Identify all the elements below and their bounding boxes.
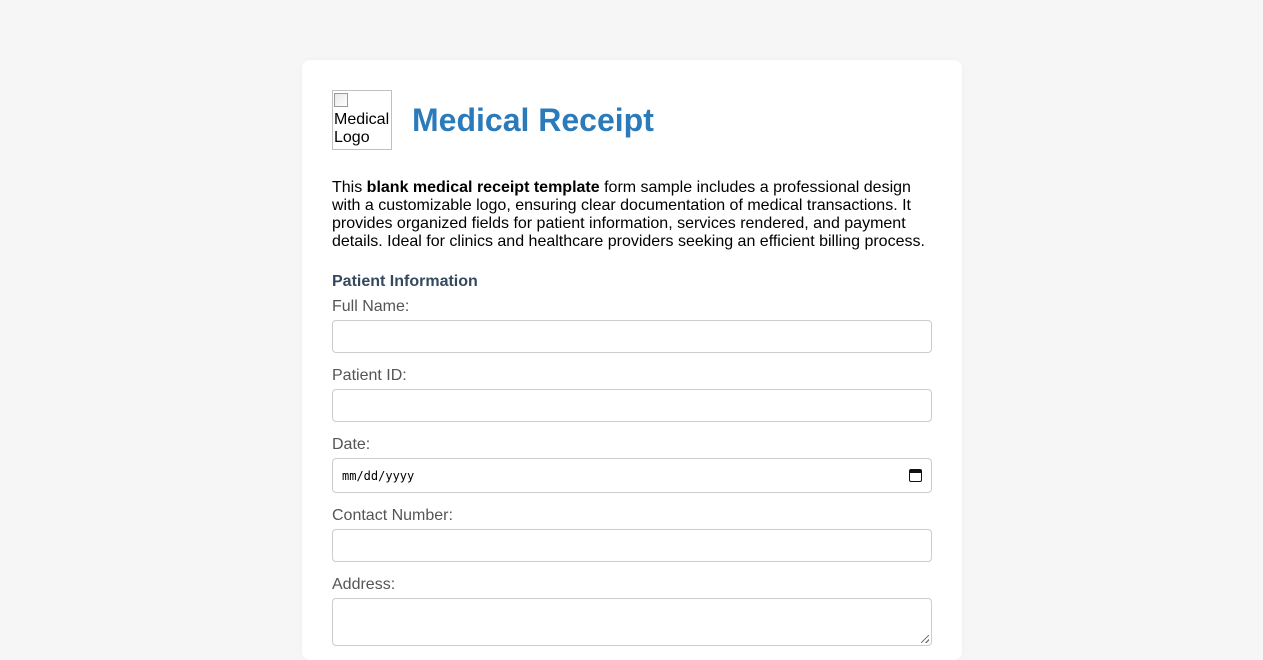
date-label: Date: xyxy=(332,436,371,453)
receipt-card: Medical Logo Medical Receipt This blank … xyxy=(302,60,962,660)
address-label: Address: xyxy=(332,576,396,593)
date-placeholder: mm/dd/yyyy xyxy=(342,468,415,483)
broken-image-icon xyxy=(334,93,348,107)
contact-number-label: Contact Number: xyxy=(332,507,453,524)
medical-logo-image: Medical Logo xyxy=(332,90,392,150)
patient-section-title: Patient Information xyxy=(332,273,478,290)
intro-bold: blank medical receipt template xyxy=(366,179,600,196)
full-name-label: Full Name: xyxy=(332,298,410,315)
patient-id-label: Patient ID: xyxy=(332,367,407,384)
full-name-input[interactable] xyxy=(332,320,932,353)
intro-paragraph: This blank medical receipt template form… xyxy=(332,179,932,251)
patient-id-input[interactable] xyxy=(332,389,932,422)
date-input[interactable]: mm/dd/yyyy xyxy=(332,458,932,493)
intro-prefix: This xyxy=(332,179,367,196)
logo-alt-text: Medical Logo xyxy=(334,111,390,146)
calendar-icon[interactable] xyxy=(909,469,922,482)
receipt-header: Medical Logo Medical Receipt xyxy=(332,90,932,150)
contact-number-input[interactable] xyxy=(332,529,932,562)
page-title: Medical Receipt xyxy=(412,101,654,138)
address-textarea[interactable] xyxy=(332,598,932,646)
